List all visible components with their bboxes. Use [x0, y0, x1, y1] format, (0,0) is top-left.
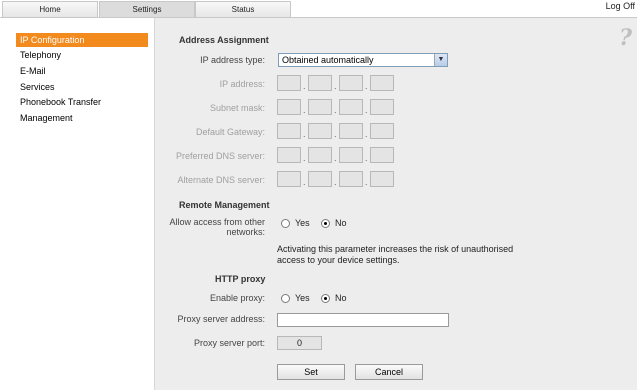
help-icon[interactable]: ?	[619, 25, 632, 51]
subnet-mask-label: Subnet mask:	[209, 103, 265, 113]
alternate-dns-label: Alternate DNS server:	[177, 175, 265, 185]
remote-access-yes-radio[interactable]	[281, 219, 290, 228]
subnet-mask-octet-separator: .	[334, 105, 337, 115]
log-off-link[interactable]: Log Off	[606, 1, 635, 11]
subnet-mask-octet-3-input	[339, 99, 363, 115]
ip-address-octet-1-input	[277, 75, 301, 91]
default-gateway-label: Default Gateway:	[195, 127, 265, 137]
tab-status[interactable]: Status	[195, 1, 291, 17]
default-gateway-octet-3-input	[339, 123, 363, 139]
default-gateway-octet-separator: .	[334, 129, 337, 139]
subnet-mask-octet-1-input	[277, 99, 301, 115]
proxy-server-address-label: Proxy server address:	[177, 314, 265, 324]
sidebar-item-services[interactable]: Services	[16, 80, 148, 94]
default-gateway-octet-4-input	[370, 123, 394, 139]
ip-address-octet-separator: .	[303, 81, 306, 91]
ip-address-type-value: Obtained automatically	[282, 55, 374, 65]
proxy-yes-radio[interactable]	[281, 294, 290, 303]
proxy-no-label: No	[335, 293, 347, 303]
proxy-yes-label: Yes	[295, 293, 310, 303]
remote-access-yes-label: Yes	[295, 218, 310, 228]
alternate-dns-octet-separator: .	[303, 177, 306, 187]
preferred-dns-octet-separator: .	[365, 153, 368, 163]
remote-access-no-label: No	[335, 218, 347, 228]
section-http-proxy: HTTP proxy	[215, 274, 266, 284]
section-remote-management: Remote Management	[179, 200, 270, 210]
sidebar-item-management[interactable]: Management	[16, 111, 148, 125]
preferred-dns-octet-2-input	[308, 147, 332, 163]
sidebar-item-telephony[interactable]: Telephony	[16, 48, 148, 62]
alternate-dns-octet-separator: .	[334, 177, 337, 187]
proxy-server-port-field: 0	[277, 336, 322, 350]
subnet-mask-octet-separator: .	[365, 105, 368, 115]
sidebar: IP Configuration Telephony E-Mail Servic…	[0, 17, 154, 390]
subnet-mask-octet-4-input	[370, 99, 394, 115]
default-gateway-octet-separator: .	[303, 129, 306, 139]
ip-address-octet-3-input	[339, 75, 363, 91]
ip-address-type-select[interactable]: Obtained automatically ▼	[278, 53, 448, 67]
chevron-down-icon[interactable]: ▼	[434, 54, 447, 66]
subnet-mask-octet-separator: .	[303, 105, 306, 115]
ip-address-octet-4-input	[370, 75, 394, 91]
sidebar-item-email[interactable]: E-Mail	[16, 64, 148, 78]
sidebar-item-ip-configuration[interactable]: IP Configuration	[16, 33, 148, 47]
ip-address-type-label: IP address type:	[200, 55, 265, 65]
ip-address-label: IP address:	[219, 79, 265, 89]
set-button[interactable]: Set	[277, 364, 345, 380]
ip-address-octet-2-input	[308, 75, 332, 91]
remote-access-warning-line1: Activating this parameter increases the …	[277, 244, 514, 254]
alternate-dns-octet-4-input	[370, 171, 394, 187]
preferred-dns-octet-separator: .	[334, 153, 337, 163]
allow-access-label-line2: networks:	[226, 227, 265, 237]
subnet-mask-octet-2-input	[308, 99, 332, 115]
alternate-dns-octet-1-input	[277, 171, 301, 187]
ip-address-octet-separator: .	[334, 81, 337, 91]
proxy-server-address-input[interactable]	[277, 313, 449, 327]
sidebar-item-phonebook-transfer[interactable]: Phonebook Transfer	[16, 95, 148, 109]
tab-settings[interactable]: Settings	[99, 1, 195, 17]
remote-access-no-radio[interactable]	[321, 219, 330, 228]
alternate-dns-octet-2-input	[308, 171, 332, 187]
preferred-dns-octet-1-input	[277, 147, 301, 163]
alternate-dns-octet-separator: .	[365, 177, 368, 187]
enable-proxy-label: Enable proxy:	[209, 293, 265, 303]
default-gateway-octet-2-input	[308, 123, 332, 139]
proxy-no-radio[interactable]	[321, 294, 330, 303]
preferred-dns-label: Preferred DNS server:	[175, 151, 265, 161]
default-gateway-octet-1-input	[277, 123, 301, 139]
settings-panel: ? Address Assignment IP address type: Ob…	[154, 17, 637, 390]
preferred-dns-octet-3-input	[339, 147, 363, 163]
preferred-dns-octet-separator: .	[303, 153, 306, 163]
proxy-server-port-label: Proxy server port:	[193, 338, 265, 348]
preferred-dns-octet-4-input	[370, 147, 394, 163]
default-gateway-octet-separator: .	[365, 129, 368, 139]
top-tab-bar: Home Settings Status Log Off	[0, 0, 638, 17]
cancel-button[interactable]: Cancel	[355, 364, 423, 380]
ip-address-octet-separator: .	[365, 81, 368, 91]
allow-access-label-line1: Allow access from other	[169, 217, 265, 227]
remote-access-warning-line2: access to your device settings.	[277, 255, 400, 265]
alternate-dns-octet-3-input	[339, 171, 363, 187]
tab-home[interactable]: Home	[2, 1, 98, 17]
section-address-assignment: Address Assignment	[179, 35, 269, 45]
